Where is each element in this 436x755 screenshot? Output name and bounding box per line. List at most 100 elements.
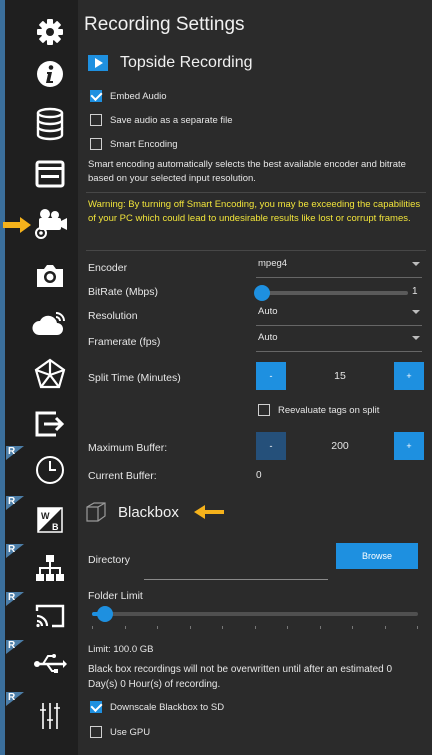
checkbox-checked[interactable]: [90, 90, 102, 102]
r-badge: R: [6, 640, 28, 654]
video-camera-gear-icon: [35, 209, 67, 239]
split-time-value[interactable]: 15: [286, 362, 394, 390]
slider-tick: [287, 626, 288, 629]
sidebar-item-cast[interactable]: R: [6, 592, 72, 636]
sidebar-item-cloud[interactable]: [28, 304, 72, 344]
slider-tick: [157, 626, 158, 629]
slider-tick: [124, 626, 126, 629]
directory-field[interactable]: [144, 566, 328, 580]
folder-limit-slider-thumb[interactable]: [97, 606, 113, 622]
directory-label: Directory: [88, 554, 131, 566]
sidebar-item-database[interactable]: [28, 104, 72, 144]
increment-button[interactable]: +: [394, 432, 424, 460]
maximum-buffer-stepper[interactable]: - 200 +: [256, 432, 424, 460]
checkbox-unchecked[interactable]: [258, 404, 270, 416]
bitrate-slider-thumb[interactable]: [254, 285, 270, 301]
bitrate-value: 1: [412, 286, 418, 297]
sidebar-item-diagnostics[interactable]: [28, 354, 72, 394]
framerate-value: Auto: [258, 332, 278, 343]
checkbox-checked[interactable]: [90, 701, 102, 713]
folder-limit-ticks: [92, 626, 418, 629]
slider-tick: [417, 626, 418, 629]
encoder-label: Encoder: [88, 262, 128, 274]
sidebar-item-network[interactable]: R: [6, 544, 72, 588]
slider-tick: [189, 626, 191, 629]
window-icon: [35, 160, 65, 188]
slider-tick: [319, 626, 321, 629]
use-gpu-label: Use GPU: [110, 726, 151, 738]
checkbox-unchecked[interactable]: [90, 726, 102, 738]
framerate-label: Framerate (fps): [88, 336, 161, 348]
save-audio-label: Save audio as a separate file: [110, 114, 233, 126]
play-icon: [88, 55, 108, 71]
checkbox-unchecked[interactable]: [90, 138, 102, 150]
callout-arrow-blackbox: [193, 505, 224, 519]
pentagon-network-icon: [34, 358, 66, 389]
sidebar-item-export[interactable]: [28, 404, 72, 444]
r-badge: R: [6, 692, 28, 706]
sidebar-item-camera[interactable]: [28, 256, 72, 296]
folder-limit-slider[interactable]: [92, 606, 418, 622]
database-icon: [36, 107, 64, 141]
browse-button[interactable]: Browse: [336, 543, 418, 569]
slider-tick: [254, 626, 256, 629]
slider-tick: [384, 626, 386, 629]
use-gpu-checkbox[interactable]: Use GPU: [90, 726, 150, 738]
divider: [86, 192, 426, 193]
topside-recording-label: Topside Recording: [120, 54, 253, 71]
export-icon: [35, 411, 65, 437]
smart-encoding-label: Smart Encoding: [110, 138, 178, 150]
blackbox-header: Blackbox: [84, 500, 225, 524]
sidebar-item-info[interactable]: [28, 54, 72, 94]
blackbox-label: Blackbox: [118, 503, 179, 521]
maximum-buffer-value[interactable]: 200: [286, 432, 394, 460]
sidebar-item-layout[interactable]: [28, 154, 72, 194]
camera-icon: [37, 265, 63, 287]
right-edge: [432, 0, 436, 755]
reevaluate-tags-label: Reevaluate tags on split: [278, 404, 380, 416]
smart-encoding-warning: Warning: By turning off Smart Encoding, …: [88, 199, 421, 224]
smart-encoding-checkbox[interactable]: Smart Encoding: [90, 138, 178, 150]
decrement-button[interactable]: -: [256, 362, 286, 390]
chevron-down-icon: [412, 336, 420, 340]
bitrate-label: BitRate (Mbps): [88, 286, 159, 298]
decrement-button[interactable]: -: [256, 432, 286, 460]
overwrite-note: Black box recordings will not be overwri…: [88, 664, 393, 690]
folder-limit-label: Folder Limit: [88, 590, 143, 602]
r-badge: R: [6, 592, 28, 606]
sidebar-item-white-balance[interactable]: R WB: [6, 496, 72, 540]
cast-icon: [35, 604, 65, 628]
maximum-buffer-label: Maximum Buffer:: [88, 442, 168, 454]
page-title: Recording Settings: [84, 14, 245, 35]
save-audio-checkbox[interactable]: Save audio as a separate file: [90, 114, 233, 126]
limit-text: Limit: 100.0 GB: [88, 644, 154, 655]
checkbox-unchecked[interactable]: [90, 114, 102, 126]
slider-tick: [222, 626, 223, 629]
sidebar-item-recording[interactable]: [28, 204, 72, 244]
downscale-blackbox-checkbox[interactable]: Downscale Blackbox to SD: [90, 701, 224, 713]
increment-button[interactable]: +: [394, 362, 424, 390]
network-icon: [36, 555, 64, 581]
callout-arrow-recording: [3, 217, 31, 233]
r-badge: R: [6, 446, 28, 460]
sidebar-item-usb[interactable]: R: [6, 640, 72, 684]
divider: [86, 250, 426, 251]
bitrate-slider[interactable]: [254, 285, 408, 301]
reevaluate-tags-checkbox[interactable]: Reevaluate tags on split: [258, 404, 379, 416]
cube-icon: [86, 502, 106, 522]
smart-encoding-info: Smart encoding automatically selects the…: [88, 159, 406, 184]
sidebar-item-settings[interactable]: [28, 12, 72, 52]
resolution-value: Auto: [258, 306, 278, 317]
split-time-stepper[interactable]: - 15 +: [256, 362, 424, 390]
sidebar-accent-strip: [0, 0, 5, 755]
svg-text:W: W: [41, 511, 50, 521]
framerate-dropdown[interactable]: Auto: [256, 332, 422, 352]
sidebar-item-mixer[interactable]: R: [6, 692, 72, 736]
chevron-down-icon: [412, 262, 420, 266]
resolution-dropdown[interactable]: Auto: [256, 306, 422, 326]
sidebar: R R WB R R R R: [0, 0, 78, 755]
gear-icon: [37, 19, 63, 45]
sidebar-item-clock[interactable]: R: [6, 446, 72, 490]
encoder-dropdown[interactable]: mpeg4: [256, 258, 422, 278]
embed-audio-checkbox[interactable]: Embed Audio: [90, 90, 167, 102]
